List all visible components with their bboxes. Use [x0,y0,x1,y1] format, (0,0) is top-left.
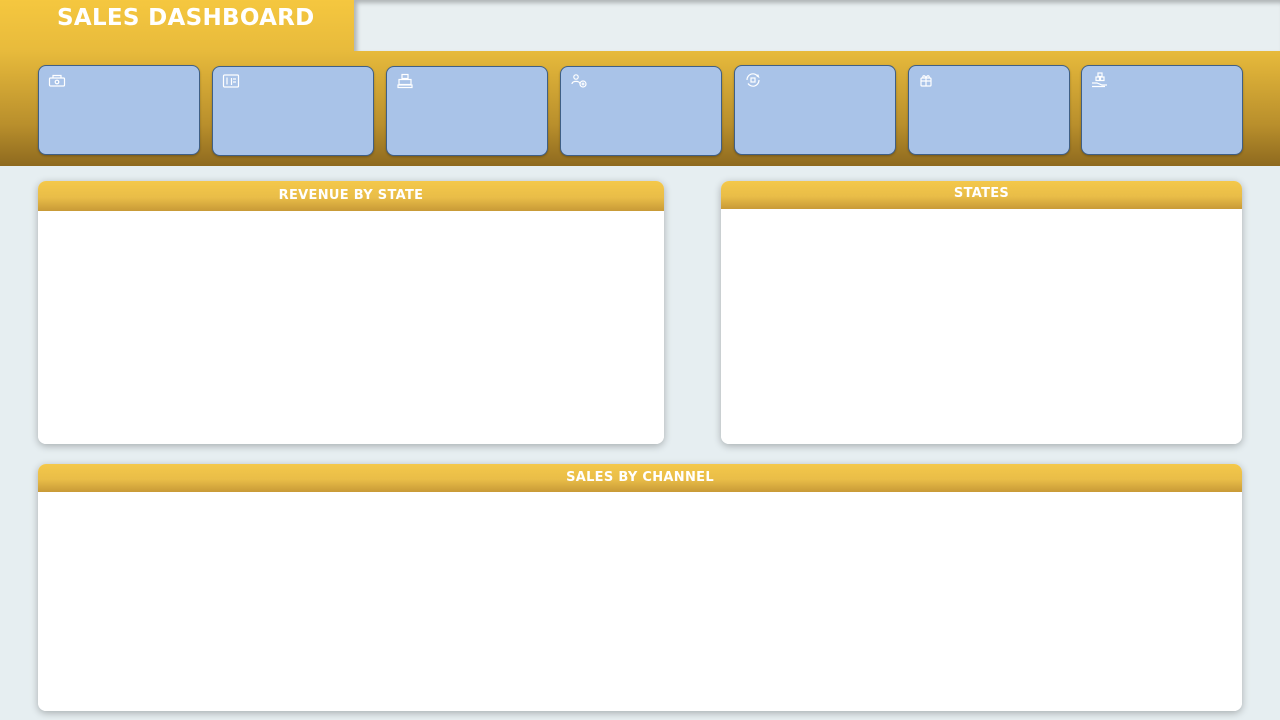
kpi-card-2[interactable] [212,66,374,156]
header-band: SALES DASHBOARD [0,0,1280,166]
states-map-area[interactable] [721,209,1242,444]
money-cycle-icon [744,72,762,88]
revenue-by-state-panel: REVENUE BY STATE [38,181,664,444]
customers-icon [570,73,588,89]
cash-icon [48,72,66,88]
sales-by-channel-chart-area[interactable] [38,492,1242,711]
revenue-by-state-title: REVENUE BY STATE [38,181,664,211]
gift-box-icon [918,72,936,88]
sales-by-channel-panel: SALES BY CHANNEL [38,464,1242,711]
states-title: STATES [721,181,1242,209]
kpi-card-6[interactable] [908,65,1070,155]
title-tab: SALES DASHBOARD [0,0,352,52]
kpi-card-7[interactable] [1081,65,1243,155]
cash-register-icon [396,73,414,89]
kpi-card-5[interactable] [734,65,896,155]
states-panel: STATES [721,181,1242,444]
hand-boxes-icon [1091,72,1109,88]
kpi-card-3[interactable] [386,66,548,156]
dashboard-title: SALES DASHBOARD [57,5,315,31]
invoice-icon [222,73,240,89]
filter-bar[interactable] [354,0,1280,51]
kpi-card-4[interactable] [560,66,722,156]
revenue-by-state-chart-area[interactable] [38,211,664,444]
kpi-card-1[interactable] [38,65,200,155]
sales-by-channel-title: SALES BY CHANNEL [38,464,1242,492]
